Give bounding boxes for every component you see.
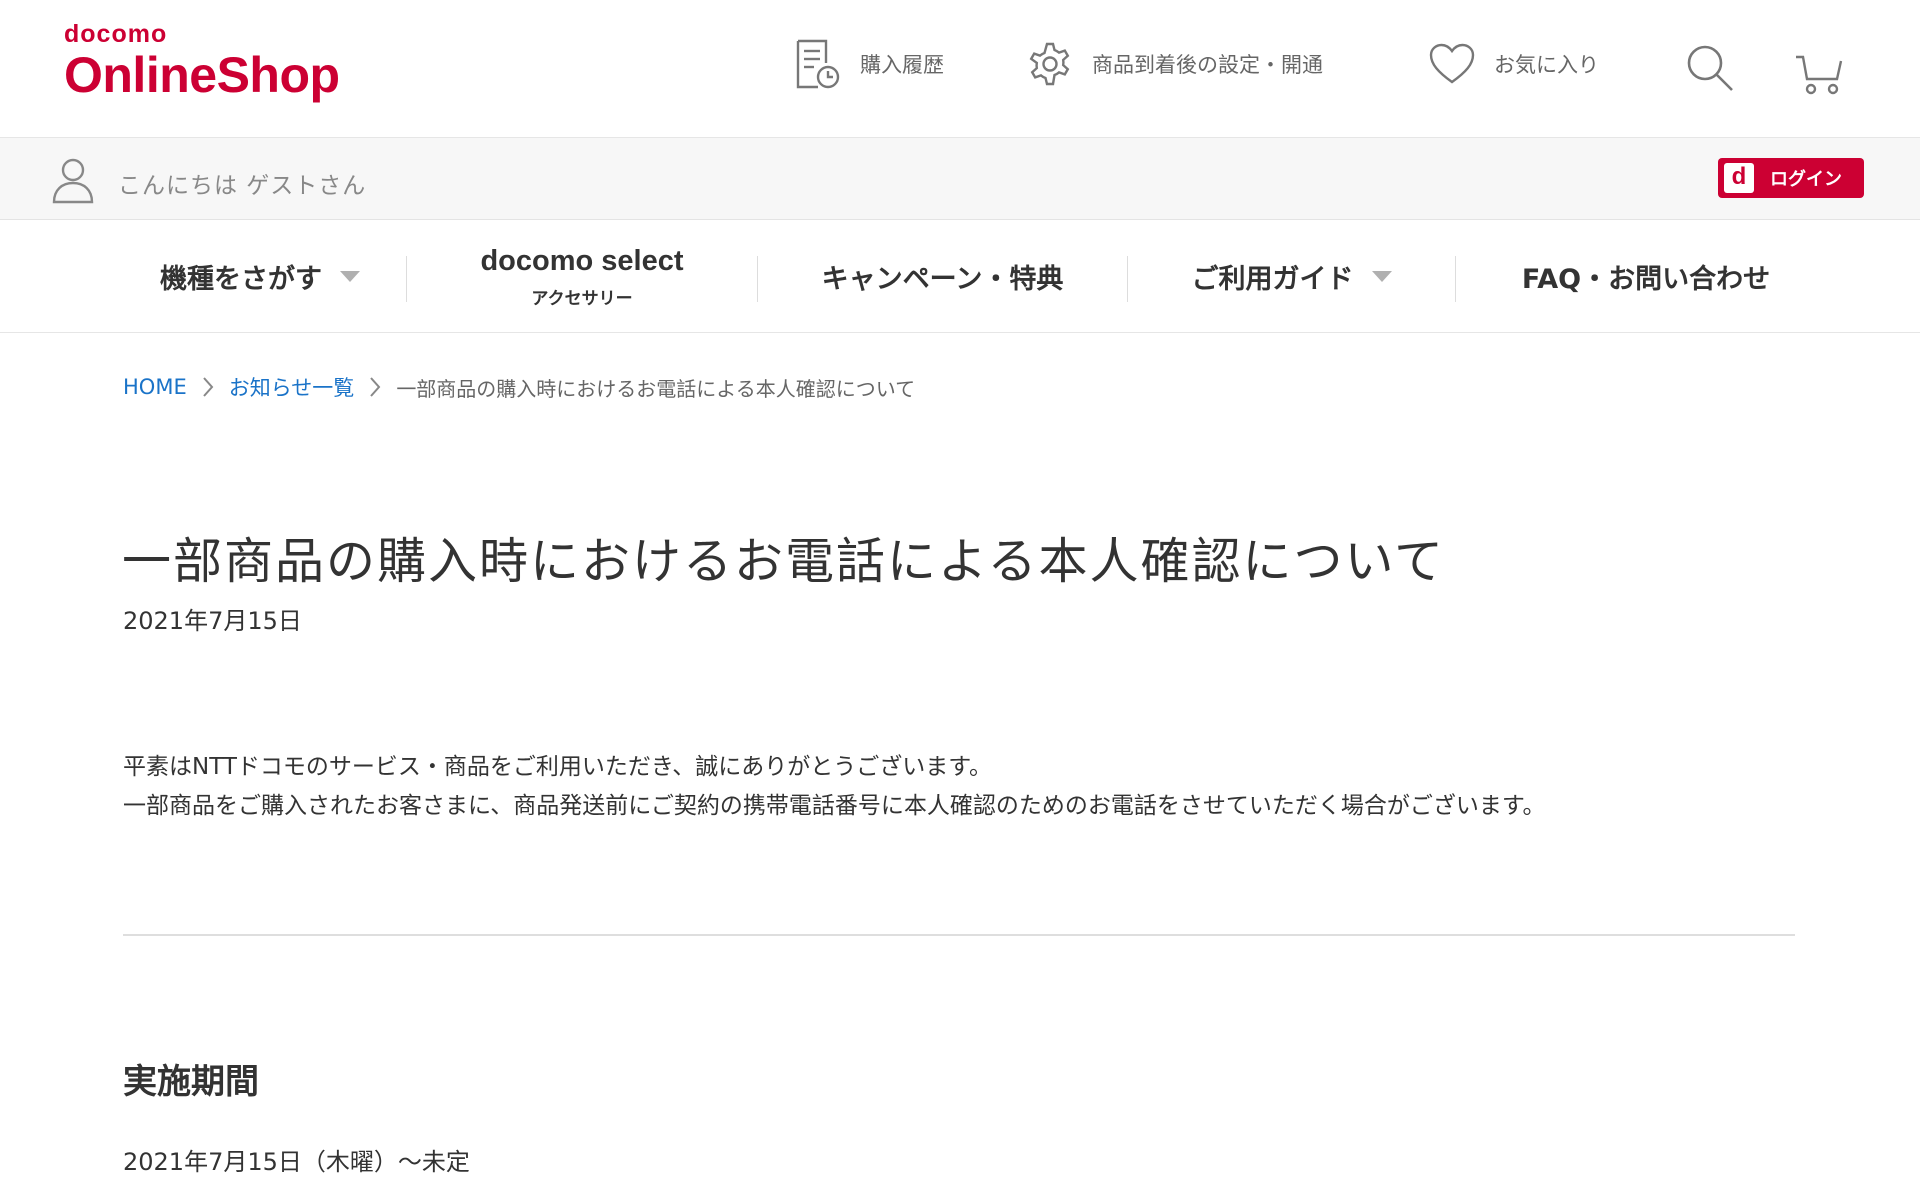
article-paragraph: 平素はNTTドコモのサービス・商品をご利用いただき、誠にありがとうございます。 — [123, 754, 992, 780]
caret-down-icon — [340, 271, 360, 282]
login-label: ログイン — [1770, 169, 1842, 190]
purchase-history-label: 購入履歴 — [860, 53, 944, 77]
category-nav: 機種をさがす docomo select アクセサリー キャンペーン・特典 ご利… — [0, 220, 1920, 333]
nav-docomo-select-label: docomo select — [480, 244, 684, 277]
breadcrumb-current: 一部商品の購入時におけるお電話による本人確認について — [396, 376, 916, 401]
caret-down-icon — [1371, 271, 1392, 282]
device-setup-link[interactable]: 商品到着後の設定・開通 — [1026, 36, 1323, 92]
chevron-right-icon — [368, 375, 382, 399]
nav-find-device[interactable]: 機種をさがす — [110, 220, 410, 333]
site-header: docomo OnlineShop 購入履歴 商品到着後の設定・開通 お気に入り — [0, 0, 1920, 138]
article-paragraph: 一部商品をご購入されたお客さまに、商品発送前にご契約の携帯電話番号に本人確認のた… — [123, 793, 1546, 819]
d-account-login-button[interactable]: d ログイン — [1718, 158, 1864, 198]
breadcrumb: HOME お知らせ一覧 一部商品の購入時におけるお電話による本人確認について — [123, 372, 915, 402]
page-title: 一部商品の購入時におけるお電話による本人確認について — [122, 533, 1446, 590]
breadcrumb-news-list[interactable]: お知らせ一覧 — [229, 372, 355, 402]
breadcrumb-home[interactable]: HOME — [123, 375, 187, 399]
nav-accessory-sublabel: アクセサリー — [531, 288, 633, 309]
nav-faq-contact[interactable]: FAQ・お問い合わせ — [1456, 220, 1836, 333]
nav-campaign[interactable]: キャンペーン・特典 — [758, 220, 1127, 333]
search-button[interactable] — [1684, 40, 1736, 96]
gear-icon — [1029, 42, 1070, 86]
nav-user-guide[interactable]: ご利用ガイド — [1128, 220, 1455, 333]
d-account-mark: d — [1724, 163, 1754, 193]
greeting-bar: こんにちは ゲストさん — [0, 138, 1920, 220]
docomo-online-shop-logo[interactable]: docomo OnlineShop — [64, 20, 340, 103]
nav-campaign-label: キャンペーン・特典 — [821, 264, 1064, 295]
greeting-text: こんにちは ゲストさん — [118, 173, 367, 199]
favorites-link[interactable]: お気に入り — [1428, 36, 1599, 92]
cart-icon — [1796, 55, 1843, 95]
user-icon — [52, 158, 94, 204]
logo-docomo-text: docomo — [64, 20, 168, 48]
article-body: 平素はNTTドコモのサービス・商品をご利用いただき、誠にありがとうございます。 … — [123, 748, 1546, 826]
favorites-label: お気に入り — [1494, 53, 1599, 77]
cart-button[interactable] — [1794, 44, 1844, 100]
nav-faq-contact-label: FAQ・お問い合わせ — [1521, 264, 1771, 295]
publish-date: 2021年7月15日 — [123, 607, 302, 635]
implementation-period: 2021年7月15日（木曜）～未定 — [123, 1148, 470, 1176]
nav-docomo-select[interactable]: docomo select アクセサリー — [407, 220, 757, 333]
nav-user-guide-label: ご利用ガイド — [1191, 264, 1354, 295]
section-heading: 実施期間 — [123, 1062, 259, 1102]
nav-find-device-label: 機種をさがす — [160, 264, 322, 295]
heart-icon — [1429, 43, 1475, 84]
logo-onlineshop-text: OnlineShop — [64, 47, 340, 103]
section-divider — [123, 934, 1795, 936]
receipt-clock-icon — [796, 39, 840, 89]
search-icon — [1687, 45, 1733, 91]
chevron-right-icon — [201, 375, 215, 399]
purchase-history-link[interactable]: 購入履歴 — [792, 36, 944, 92]
device-setup-label: 商品到着後の設定・開通 — [1092, 53, 1323, 77]
